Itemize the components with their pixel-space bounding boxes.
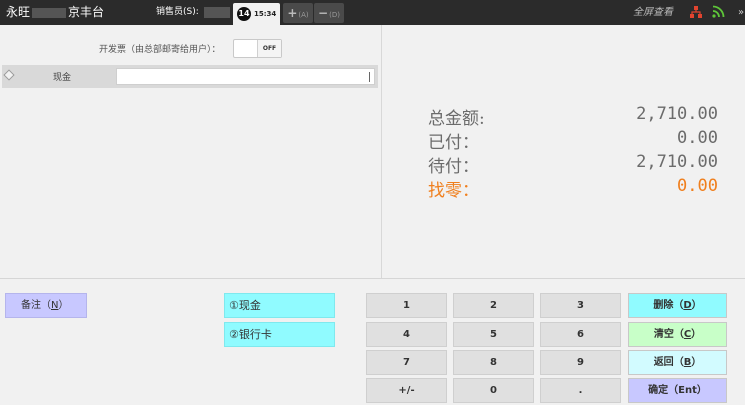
- change-value: 0.00: [677, 176, 718, 196]
- key-8[interactable]: 8: [453, 350, 534, 375]
- payment-select-icon[interactable]: [3, 69, 15, 81]
- payment-row-label: 现金: [53, 73, 72, 83]
- clear-label: 清空: [653, 329, 674, 340]
- key-1[interactable]: 1: [366, 293, 447, 318]
- pending-label: 待付：: [428, 157, 479, 177]
- remark-label: 备注: [21, 300, 41, 311]
- add-order-hotkey: (A): [298, 11, 309, 19]
- network-icon[interactable]: [690, 6, 702, 18]
- back-button[interactable]: 返回（B）: [628, 350, 727, 375]
- invoice-toggle[interactable]: OFF: [233, 39, 282, 58]
- more-icon[interactable]: »: [738, 0, 744, 25]
- vertical-divider: [381, 25, 382, 278]
- signal-icon[interactable]: [712, 5, 725, 18]
- key-plus-minus[interactable]: +/-: [366, 378, 447, 403]
- delete-label: 删除: [653, 300, 674, 311]
- pay-method-bankcard-button[interactable]: ②银行卡: [224, 322, 335, 347]
- horizontal-divider: [0, 278, 745, 279]
- order-time: 15:34: [254, 10, 277, 18]
- plus-icon: +: [287, 6, 298, 20]
- back-label: 返回: [653, 357, 674, 368]
- totals-summary: 总金额: 2,710.00 已付： 0.00 待付： 2,710.00 找零： …: [428, 104, 718, 201]
- minus-icon: −: [318, 6, 329, 20]
- pos-checkout-window: 永旺 京丰台 销售员(S): 14 15:34 +(A) −(D) 全屏查看 » …: [0, 0, 745, 405]
- paid-label: 已付：: [428, 133, 479, 153]
- key-6[interactable]: 6: [540, 322, 621, 347]
- key-7[interactable]: 7: [366, 350, 447, 375]
- delete-hotkey: D: [683, 300, 692, 311]
- clear-button[interactable]: 清空（C）: [628, 322, 727, 347]
- pending-value: 2,710.00: [636, 152, 718, 172]
- remove-order-hotkey: (D): [329, 11, 340, 19]
- store-name-suffix: 京丰台: [68, 5, 105, 19]
- store-name-prefix: 永旺: [6, 5, 31, 19]
- remove-order-button[interactable]: −(D): [314, 3, 344, 23]
- remark-hotkey: N: [51, 300, 59, 311]
- payment-row-cash[interactable]: 现金: [2, 65, 378, 88]
- seller-label[interactable]: 销售员(S):: [156, 0, 199, 25]
- store-name: 永旺 京丰台: [6, 0, 104, 25]
- key-9[interactable]: 9: [540, 350, 621, 375]
- back-hotkey: B: [683, 357, 692, 368]
- payment-panel: [0, 25, 381, 278]
- pay-method-cash-button[interactable]: ①现金: [224, 293, 335, 318]
- fullscreen-button[interactable]: 全屏查看: [633, 0, 673, 25]
- key-5[interactable]: 5: [453, 322, 534, 347]
- clear-hotkey: C: [683, 329, 692, 340]
- remark-button[interactable]: 备注（N）: [5, 293, 87, 318]
- key-2[interactable]: 2: [453, 293, 534, 318]
- invoice-toggle-state: OFF: [257, 40, 281, 57]
- key-0[interactable]: 0: [453, 378, 534, 403]
- paid-value: 0.00: [677, 128, 718, 148]
- delete-button[interactable]: 删除（D）: [628, 293, 727, 318]
- seller-name-redacted: [204, 7, 230, 18]
- key-3[interactable]: 3: [540, 293, 621, 318]
- confirm-button[interactable]: 确定（Ent）: [628, 378, 727, 403]
- key-4[interactable]: 4: [366, 322, 447, 347]
- order-count-badge: 14: [237, 7, 251, 21]
- order-tab-active[interactable]: 14 15:34: [233, 3, 280, 25]
- redacted-text: [32, 7, 67, 18]
- change-row: 找零： 0.00: [428, 176, 718, 201]
- invoice-label: 开发票（由总部邮寄给用户）：: [99, 45, 221, 55]
- add-order-button[interactable]: +(A): [283, 3, 313, 23]
- key-decimal[interactable]: .: [540, 378, 621, 403]
- change-label: 找零：: [428, 181, 479, 201]
- top-bar: 永旺 京丰台 销售员(S): 14 15:34 +(A) −(D) 全屏查看 »: [0, 0, 745, 25]
- payment-amount-input[interactable]: [116, 68, 375, 85]
- paid-row: 已付： 0.00: [428, 128, 718, 153]
- total-amount-label: 总金额:: [428, 109, 485, 129]
- pending-row: 待付： 2,710.00: [428, 152, 718, 177]
- total-amount-row: 总金额: 2,710.00: [428, 104, 718, 129]
- total-amount-value: 2,710.00: [636, 104, 718, 124]
